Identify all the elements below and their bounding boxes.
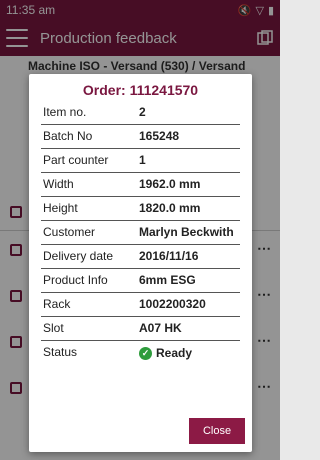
field-label: Height [41, 196, 137, 221]
order-dialog: Order: 111241570 Item no. 2 Batch No 16524… [29, 74, 252, 452]
field-value: 165248 [137, 124, 240, 149]
check-circle-icon: ✓ [139, 346, 152, 360]
field-label: Rack [41, 292, 137, 317]
table-row: Slot A07 HK [41, 316, 240, 341]
field-label: Customer [41, 220, 137, 245]
table-row: Delivery date 2016/11/16 [41, 244, 240, 269]
field-value: A07 HK [137, 316, 240, 341]
close-button[interactable]: Close [189, 418, 245, 444]
field-value: 1820.0 mm [137, 196, 240, 221]
table-row: Item no. 2 [41, 100, 240, 125]
field-label: Width [41, 172, 137, 197]
field-value: 6mm ESG [137, 268, 240, 293]
table-row: Batch No 165248 [41, 124, 240, 149]
table-row: Status ✓ Ready [41, 340, 240, 364]
field-value: 1002200320 [137, 292, 240, 317]
dialog-title: Order: 111241570 [82, 82, 199, 98]
status-text: Ready [156, 346, 193, 360]
status-value: ✓ Ready [137, 340, 240, 364]
table-row: Customer Marlyn Beckwith [41, 220, 240, 245]
field-value: 2 [137, 100, 240, 125]
table-row: Part counter 1 [41, 148, 240, 173]
table-row: Rack 1002200320 [41, 292, 240, 317]
field-value: Marlyn Beckwith [137, 220, 240, 245]
table-row: Width 1962.0 mm [41, 172, 240, 197]
field-label: Status [43, 345, 78, 360]
table-row: Height 1820.0 mm [41, 196, 240, 221]
field-value: 2016/11/16 [137, 244, 240, 269]
field-label: Batch No [41, 124, 137, 149]
field-label: Delivery date [41, 244, 137, 269]
table-row: Product Info 6mm ESG [41, 268, 240, 293]
order-details-table: Item no. 2 Batch No 165248 Part counter 1 W… [41, 100, 240, 364]
field-label: Product Info [41, 268, 137, 293]
field-value: 1962.0 mm [137, 172, 240, 197]
field-value: 1 [137, 148, 240, 173]
field-label: Part counter [41, 148, 137, 173]
field-label: Item no. [41, 100, 137, 125]
field-label: Slot [41, 316, 137, 341]
